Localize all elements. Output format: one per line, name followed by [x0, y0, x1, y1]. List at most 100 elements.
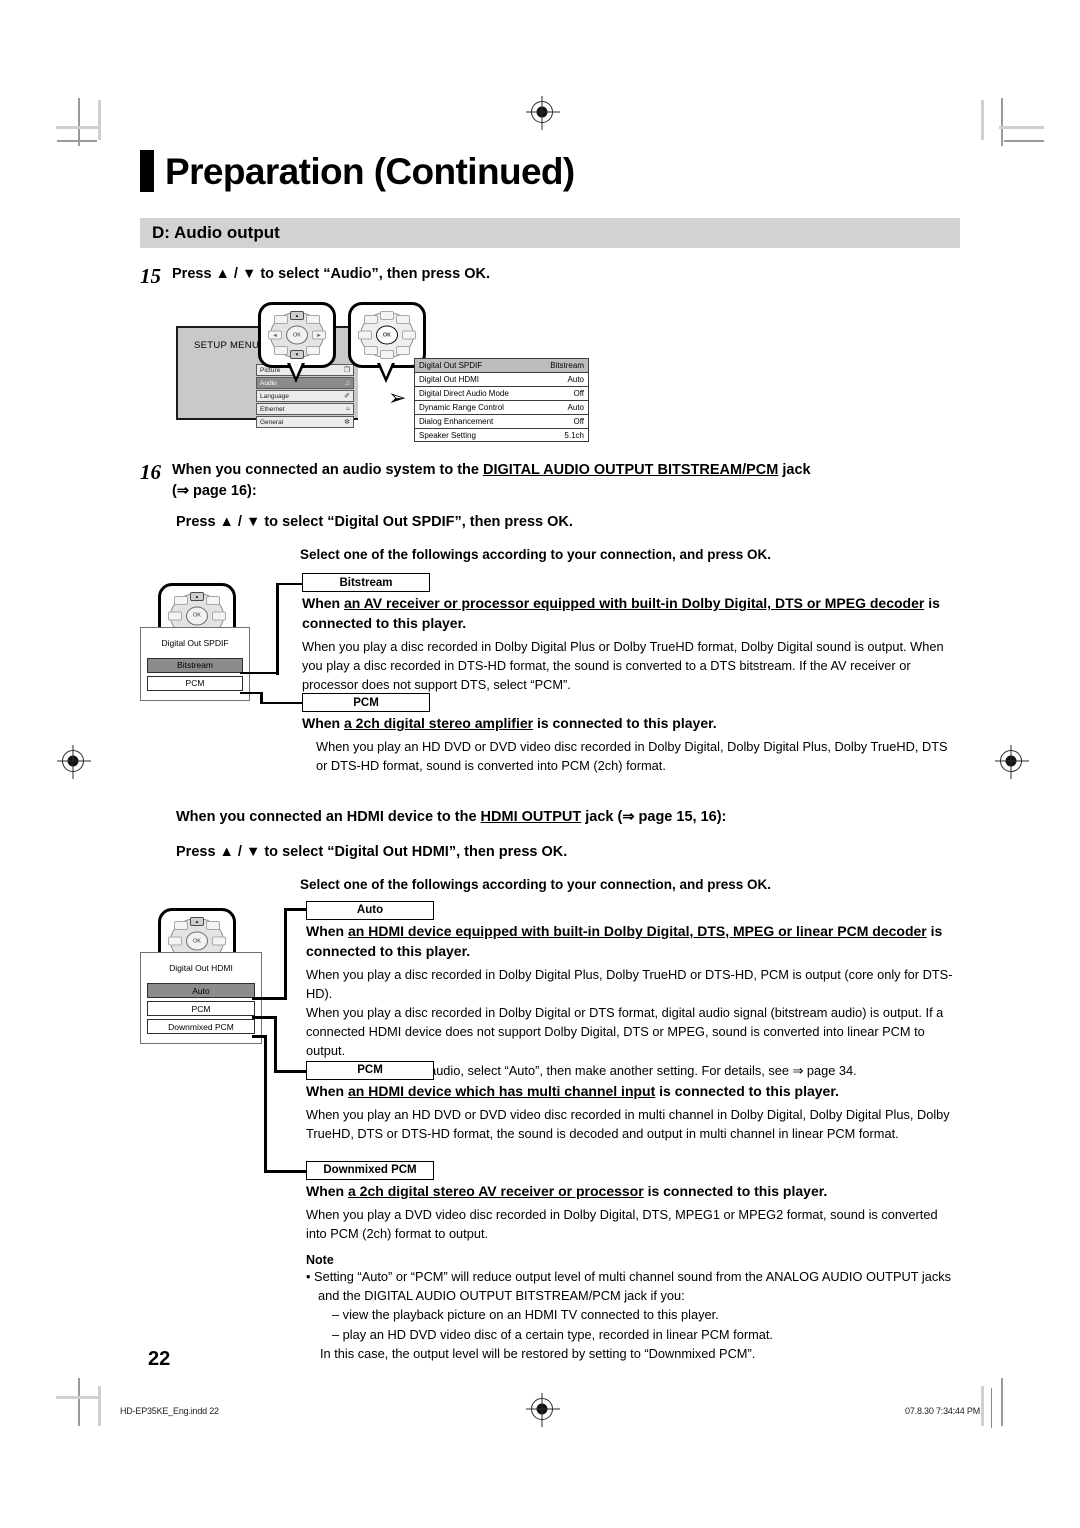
- dpad-left-button[interactable]: [358, 330, 372, 340]
- heading-suffix: is connected to this player.: [643, 1182, 828, 1199]
- ok-button[interactable]: OK: [186, 606, 208, 626]
- press-hdmi-instruction: Press ▲ / ▼ to select “Digital Out HDMI”…: [176, 843, 568, 860]
- step-16-line1-b: jack: [778, 462, 811, 479]
- step-16: 16 When you connected an audio system to…: [140, 460, 960, 502]
- spdif-option-box: Digital Out SPDIF Bitstream PCM: [140, 626, 250, 701]
- tag-pcm-hdmi: PCM: [306, 1060, 434, 1080]
- dpad-corner-ur: [206, 595, 220, 605]
- spdif-option-pcm[interactable]: PCM: [147, 675, 243, 691]
- table-row[interactable]: Speaker Setting 5.1ch: [414, 428, 589, 443]
- menu-item-language[interactable]: Language ✐: [256, 390, 354, 403]
- hdmi-option-downmixed-pcm[interactable]: Downmixed PCM: [147, 1019, 255, 1035]
- crop-mark-tl-v2: [98, 100, 101, 140]
- registration-mark-bottom: [531, 1393, 553, 1427]
- table-row[interactable]: Dynamic Range Control Auto: [414, 400, 589, 415]
- table-row[interactable]: Digital Out HDMI Auto: [414, 372, 589, 387]
- heading-underlined: an AV receiver or processor equipped wit…: [344, 595, 925, 612]
- crop-mark-tl-h: [56, 126, 101, 129]
- setting-value: Auto: [567, 375, 584, 385]
- general-gear-icon: ✼: [344, 419, 350, 427]
- connector-pcm-h1: [240, 691, 262, 695]
- dpad-right-button[interactable]: ▶: [312, 330, 326, 340]
- step-16-line2: (⇒ page 16):: [172, 483, 257, 500]
- registration-mark-top: [531, 96, 553, 130]
- setup-menu-list: Picture ❐ Audio ♫ Language ✐ Ethernet ≈ …: [256, 364, 354, 429]
- dpad-corner-ul: [174, 595, 188, 605]
- setting-name: Dialog Enhancement: [419, 417, 494, 427]
- dpad-right-button[interactable]: [402, 330, 416, 340]
- hdmi-downmixed-body: When you play a DVD video disc recorded …: [306, 1206, 938, 1241]
- spdif-option-bitstream[interactable]: Bitstream: [147, 657, 243, 673]
- connector-bitstream-h1: [240, 671, 278, 675]
- tag-pcm-spdif: PCM: [302, 693, 430, 713]
- hdmi-auto-block: Auto When an HDMI device equipped with b…: [306, 900, 960, 1079]
- dpad-left-button[interactable]: [168, 936, 182, 946]
- hdmi-option-pcm[interactable]: PCM: [147, 1001, 255, 1017]
- setup-menu-figure: SETUP MENU Picture ❐ Audio ♫ Language ✐ …: [176, 296, 960, 446]
- remote-dpad: OK ▲ ▼ ◀ ▶: [268, 311, 326, 360]
- step-16-number: 16: [140, 460, 161, 485]
- heading-prefix: When: [306, 1082, 348, 1099]
- dpad-left-button[interactable]: [168, 611, 182, 621]
- ok-button[interactable]: OK: [376, 325, 398, 345]
- dpad-corner-ur: [306, 315, 320, 325]
- hdmi-option-box: Digital Out HDMI Auto PCM Downmixed PCM: [140, 952, 262, 1045]
- menu-item-general[interactable]: General ✼: [256, 416, 354, 429]
- dpad-up-button[interactable]: ▲: [190, 917, 204, 927]
- heading-prefix: When: [306, 922, 348, 939]
- dpad-corner-ur: [396, 315, 410, 325]
- table-row[interactable]: Digital Out SPDIF Bitstream: [414, 358, 589, 373]
- dpad-right-button[interactable]: [212, 936, 226, 946]
- note-heading: Note: [306, 1253, 334, 1268]
- flow-arrow-icon: ➢: [388, 386, 407, 412]
- spdif-box-title: Digital Out SPDIF: [161, 637, 229, 648]
- crop-mark-tr-v: [981, 100, 984, 140]
- page-title-text: Preparation (Continued): [165, 150, 575, 192]
- step-16-text: When you connected an audio system to th…: [172, 460, 960, 502]
- step-16-line1-a: When you connected an audio system to th…: [172, 462, 483, 479]
- step-15-text: Press ▲ / ▼ to select “Audio”, then pres…: [172, 266, 490, 282]
- hdmi-pcm-body: When you play an HD DVD or DVD video dis…: [306, 1106, 950, 1141]
- dpad-up-button[interactable]: [380, 311, 394, 321]
- dpad-down-button[interactable]: [380, 350, 394, 360]
- hdmi-option-auto[interactable]: Auto: [147, 983, 255, 999]
- page-title: Preparation (Continued): [140, 150, 960, 192]
- hdmi-auto-body-1: When you play a disc recorded in Dolby D…: [306, 966, 953, 1001]
- ok-button[interactable]: OK: [186, 931, 208, 951]
- dpad-corner-ul: [274, 315, 288, 325]
- menu-item-audio[interactable]: Audio ♫: [256, 377, 354, 390]
- table-row[interactable]: Digital Direct Audio Mode Off: [414, 386, 589, 401]
- ok-button[interactable]: OK: [286, 325, 308, 345]
- connector-pcm-h2: [260, 701, 302, 705]
- tag-auto: Auto: [306, 900, 434, 920]
- crop-mark-tl-v: [78, 98, 80, 146]
- setting-value: Auto: [567, 403, 584, 413]
- hdmi-downmixed-heading: When a 2ch digital stereo AV receiver or…: [306, 1182, 960, 1202]
- heading-suffix: is connected to this player.: [533, 715, 717, 732]
- dpad-up-button[interactable]: ▲: [290, 311, 304, 321]
- table-row[interactable]: Dialog Enhancement Off: [414, 414, 589, 429]
- dpad-corner-dr: [306, 346, 320, 356]
- heading-underlined: a 2ch digital stereo amplifier: [344, 715, 534, 732]
- callout-tail-inner: [289, 363, 302, 378]
- dpad-down-button[interactable]: ▼: [290, 350, 304, 360]
- dpad-up-button[interactable]: ▲: [190, 591, 204, 601]
- setting-value: Off: [573, 417, 584, 427]
- crop-mark-br-v: [981, 1386, 984, 1426]
- connector-auto-h2: [284, 908, 306, 911]
- setting-value: Off: [573, 389, 584, 399]
- footer-divider: [991, 1388, 992, 1428]
- connector-bitstream-h2: [276, 582, 302, 586]
- dpad-left-button[interactable]: ◀: [268, 330, 282, 340]
- crop-mark-tr-h2: [1004, 140, 1044, 142]
- page-content: Preparation (Continued) D: Audio output …: [140, 150, 960, 1361]
- crop-mark-tl-h2: [57, 140, 97, 142]
- hdmi-pcm-heading: When an HDMI device which has multi chan…: [306, 1082, 960, 1102]
- heading-prefix: When: [302, 595, 344, 612]
- spdif-pcm-body: When you play an HD DVD or DVD video dis…: [316, 739, 948, 774]
- registration-mark-right: [1000, 745, 1022, 779]
- dpad-right-button[interactable]: [212, 611, 226, 621]
- setting-name: Digital Out HDMI: [419, 375, 480, 385]
- menu-item-ethernet[interactable]: Ethernet ≈: [256, 403, 354, 416]
- spdif-pcm-block: PCM When a 2ch digital stereo amplifier …: [302, 693, 960, 776]
